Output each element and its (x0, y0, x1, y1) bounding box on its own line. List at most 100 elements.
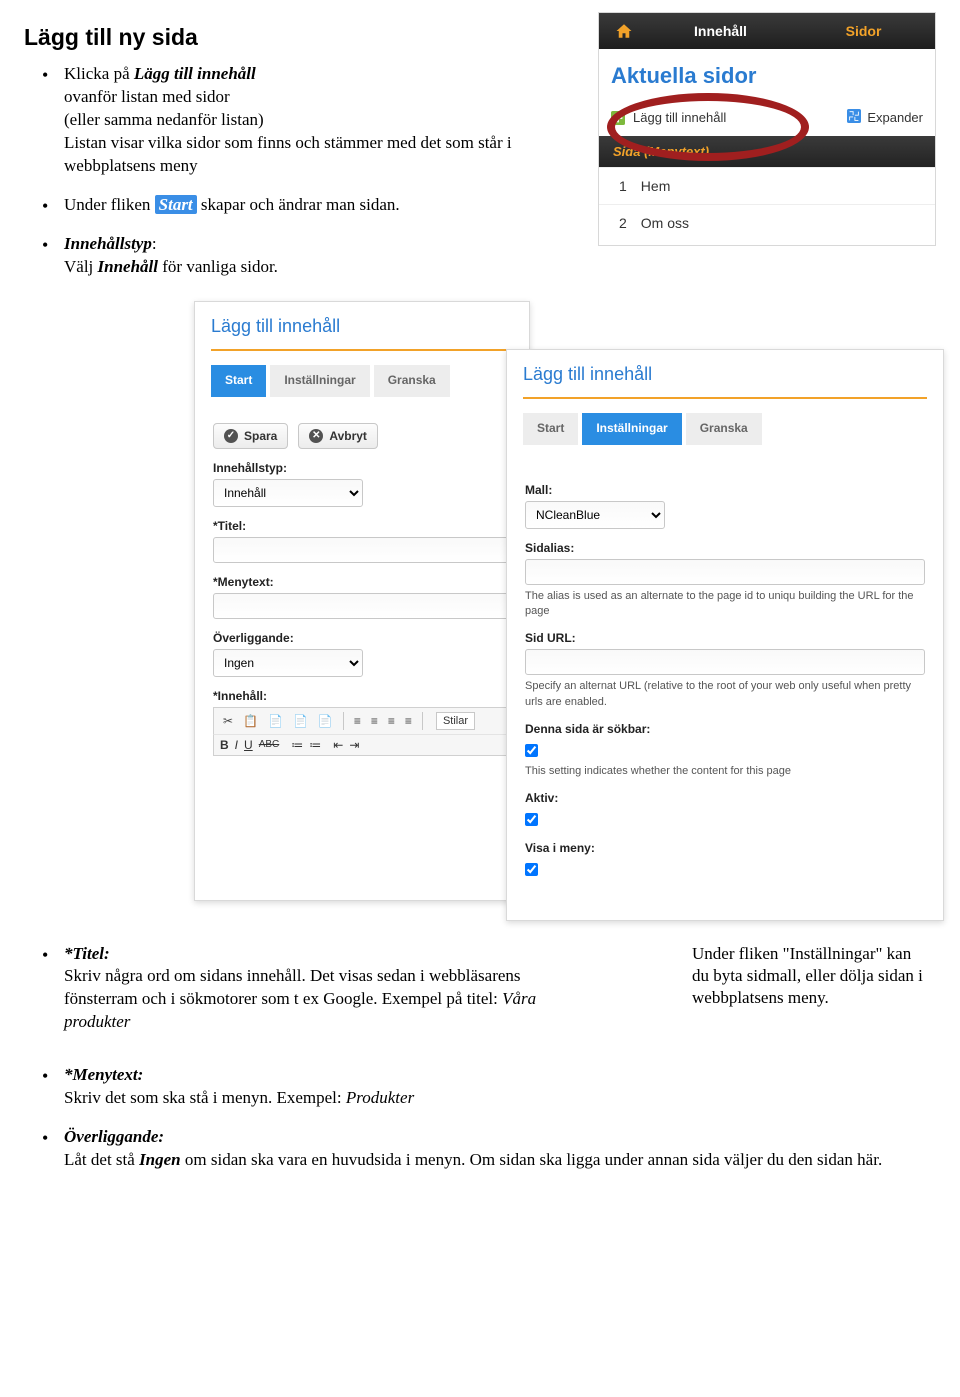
editor-toolbar-row2: B I U ABC ≔ ≔ ⇤ ⇥ (213, 734, 511, 756)
lbl-active: Aktiv: (525, 791, 925, 805)
b1-line4: Listan visar vilka sidor som finns och s… (64, 133, 512, 175)
input-menutext[interactable] (213, 593, 511, 619)
bullet-click-add: Klicka på Lägg till innehåll ovanför lis… (64, 63, 584, 178)
orange-rule (211, 349, 513, 351)
bullet-content-type: Innehållstyp: Välj Innehåll för vanliga … (64, 233, 584, 279)
select-mall[interactable]: NCleanBlue (525, 501, 665, 529)
olist-icon[interactable]: ≔ (309, 738, 321, 752)
titel-heading: *Titel: (64, 944, 110, 963)
b1-line3: (eller samma nedanför listan) (64, 110, 264, 129)
nav-tab-sidor[interactable]: Sidor (792, 23, 935, 39)
over-prefix: Låt det stå (64, 1150, 139, 1169)
paste3-icon[interactable]: 📄 (315, 712, 336, 730)
link-add-content[interactable]: Lägg till innehåll (633, 110, 726, 125)
lbl-sidurl: Sid URL: (525, 631, 925, 645)
list-row-2[interactable]: 2 Om oss (599, 204, 935, 245)
p2-tab-start[interactable]: Start (523, 413, 578, 445)
b2-suffix: skapar och ändrar man sidan. (201, 195, 400, 214)
select-parent[interactable]: Ingen (213, 649, 363, 677)
b3-heading: Innehållstyp (64, 234, 152, 253)
b1-prefix: Klicka på (64, 64, 134, 83)
p2-tab-review[interactable]: Granska (686, 413, 762, 445)
paste2-icon[interactable]: 📄 (290, 712, 311, 730)
menu-body: Skriv det som ska stå i menyn. Exempel: (64, 1088, 346, 1107)
lbl-sidalias: Sidalias: (525, 541, 925, 555)
screenshot-navbar: Innehåll Sidor Aktuella sidor Lägg till … (598, 12, 936, 246)
help-url: Specify an alternat URL (relative to the… (525, 679, 925, 710)
orange-rule-2 (523, 397, 927, 399)
select-content-type[interactable]: Innehåll (213, 479, 363, 507)
lbl-title: *Titel: (213, 519, 511, 533)
cancel-label: Avbryt (329, 429, 367, 443)
checkbox-searchable[interactable] (525, 744, 538, 757)
menu-heading: *Menytext: (64, 1065, 143, 1084)
outdent-icon[interactable]: ⇤ (333, 738, 343, 752)
save-label: Spara (244, 429, 277, 443)
align-justify-icon[interactable]: ≡ (402, 712, 415, 730)
bold-icon[interactable]: B (220, 738, 229, 752)
bullet-titel: *Titel: Skriv några ord om sidans innehå… (64, 943, 936, 1035)
p2-title: Lägg till innehåll (507, 350, 943, 389)
over-ingen: Ingen (139, 1150, 181, 1169)
nav-tab-innehall[interactable]: Innehåll (649, 23, 792, 39)
p2-tab-settings[interactable]: Inställningar (582, 413, 681, 445)
over-heading: Överliggande: (64, 1127, 164, 1146)
tab-settings[interactable]: Inställningar (270, 365, 369, 397)
x-icon: ✕ (309, 429, 323, 443)
b2-prefix: Under fliken (64, 195, 155, 214)
b3-suffix: för vanliga sidor. (158, 257, 278, 276)
row1-label: Hem (641, 178, 671, 194)
list-row-1[interactable]: 1 Hem (599, 167, 935, 204)
align-center-icon[interactable]: ≡ (368, 712, 381, 730)
row2-num: 2 (619, 215, 627, 231)
start-highlight: Start (155, 195, 197, 214)
screenshot-form-settings: Lägg till innehåll Start Inställningar G… (506, 349, 944, 921)
tab-start[interactable]: Start (211, 365, 266, 397)
lbl-mall: Mall: (525, 483, 925, 497)
help-search: This setting indicates whether the conte… (525, 764, 925, 779)
bullet-start-tab: Under fliken Start skapar och ändrar man… (64, 194, 584, 217)
help-alias: The alias is used as an alternate to the… (525, 589, 925, 620)
row2-label: Om oss (641, 215, 689, 231)
link-expand[interactable]: Expander (867, 110, 923, 125)
paste-icon[interactable]: 📄 (265, 712, 286, 730)
expand-icon (847, 109, 861, 126)
cancel-button[interactable]: ✕ Avbryt (298, 423, 378, 449)
input-sidalias[interactable] (525, 559, 925, 585)
italic-icon[interactable]: I (235, 738, 238, 752)
checkbox-active[interactable] (525, 813, 538, 826)
checkbox-show-in-menu[interactable] (525, 863, 538, 876)
cut-icon[interactable]: ✂ (220, 712, 236, 730)
lbl-show: Visa i meny: (525, 841, 925, 855)
input-sidurl[interactable] (525, 649, 925, 675)
menu-example: Produkter (346, 1088, 414, 1107)
screenshot-form-start: Lägg till innehåll Start Inställningar G… (194, 301, 530, 901)
indent-icon[interactable]: ⇥ (349, 738, 359, 752)
b1-bi: Lägg till innehåll (134, 64, 256, 83)
b3-prefix: Välj (64, 257, 98, 276)
lbl-menu: *Menytext: (213, 575, 511, 589)
home-icon[interactable] (599, 13, 649, 49)
styles-dropdown[interactable]: Stilar (436, 712, 475, 730)
sida-menytext-header: Sida (Menytext) (599, 136, 935, 167)
lbl-type: Innehållstyp: (213, 461, 511, 475)
over-suffix: om sidan ska vara en huvudsida i menyn. … (181, 1150, 883, 1169)
save-button[interactable]: ✓ Spara (213, 423, 288, 449)
lbl-parent: Överliggande: (213, 631, 511, 645)
lbl-content: *Innehåll: (213, 689, 511, 703)
tab-review[interactable]: Granska (374, 365, 450, 397)
list-icon[interactable]: ≔ (291, 738, 303, 752)
underline-icon[interactable]: U (244, 738, 253, 752)
strike-icon[interactable]: ABC (259, 739, 280, 750)
input-title[interactable] (213, 537, 511, 563)
bullet-menytext: *Menytext: Skriv det som ska stå i menyn… (64, 1064, 936, 1110)
lbl-searchable: Denna sida är sökbar: (525, 722, 925, 736)
titel-body: Skriv några ord om sidans innehåll. Det … (64, 966, 521, 1008)
copy-icon[interactable]: 📋 (240, 712, 261, 730)
align-right-icon[interactable]: ≡ (385, 712, 398, 730)
p1-title: Lägg till innehåll (195, 302, 529, 341)
page-title: Lägg till ny sida (24, 24, 584, 51)
align-left-icon[interactable]: ≡ (351, 712, 364, 730)
row1-num: 1 (619, 178, 627, 194)
plus-icon (611, 111, 625, 125)
